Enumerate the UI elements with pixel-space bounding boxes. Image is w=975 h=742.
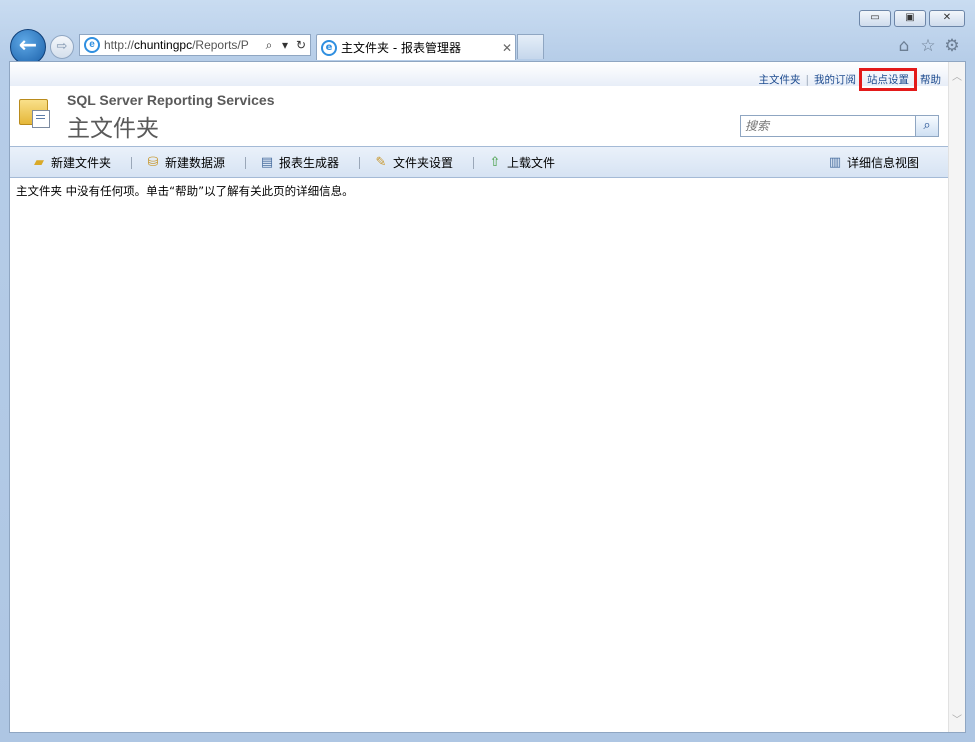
ie-logo-icon: e xyxy=(84,37,100,53)
search-input[interactable] xyxy=(740,115,916,137)
details-view-icon: ▥ xyxy=(828,155,842,170)
ie-logo-icon: e xyxy=(321,39,337,56)
chevron-down-icon[interactable]: ﹀ xyxy=(949,711,965,726)
link-home[interactable]: 主文件夹 xyxy=(758,72,800,87)
link-help[interactable]: 帮助 xyxy=(920,72,941,87)
edit-icon: ✎ xyxy=(375,155,387,170)
tab-title: 主文件夹 - 报表管理器 xyxy=(341,41,461,55)
close-icon[interactable]: ✕ xyxy=(929,10,965,27)
refresh-icon[interactable]: ↻ xyxy=(294,38,308,52)
empty-folder-message: 主文件夹 中没有任何项。单击“帮助”以了解有关此页的详细信息。 xyxy=(16,184,354,198)
new-datasource-button[interactable]: ⛁ 新建数据源 xyxy=(144,154,225,171)
search-icon[interactable]: ⌕ xyxy=(262,38,276,53)
gear-icon[interactable]: ⚙ xyxy=(943,36,961,56)
close-icon[interactable]: ✕ xyxy=(499,41,515,55)
chevron-up-icon[interactable]: ︿ xyxy=(949,68,965,83)
address-url[interactable]: http://chuntingpc/Reports/P xyxy=(104,38,262,52)
report-builder-button[interactable]: ▤ 报表生成器 xyxy=(258,154,339,171)
details-view-button[interactable]: ▥ 详细信息视图 xyxy=(826,154,919,171)
search-icon[interactable]: ⌕ xyxy=(915,115,939,137)
maximize-icon[interactable]: ▣ xyxy=(894,10,926,27)
new-tab-button[interactable] xyxy=(517,34,544,59)
address-bar[interactable]: e http://chuntingpc/Reports/P ⌕ ▾ ↻ xyxy=(79,34,311,56)
tab-report-manager[interactable]: e 主文件夹 - 报表管理器 ✕ xyxy=(316,34,516,60)
page-viewport: 主文件夹 | 我的订阅 站点设置 帮助 SQL Server Reporting… xyxy=(9,61,966,733)
window-controls: ▭ ▣ ✕ xyxy=(859,10,965,27)
global-links-bar: 主文件夹 | 我的订阅 站点设置 帮助 xyxy=(10,62,949,91)
vertical-scrollbar[interactable]: ︿ ﹀ xyxy=(948,62,965,732)
folder-icon xyxy=(19,96,51,128)
browser-tools: ⌂ ☆ ⚙ xyxy=(895,36,961,56)
page-header: SQL Server Reporting Services 主文件夹 ⌕ xyxy=(10,86,949,146)
back-arrow-icon[interactable]: ← xyxy=(10,29,46,65)
folder-icon: ▰ xyxy=(34,155,44,170)
minimize-icon[interactable]: ▭ xyxy=(859,10,891,27)
link-site-settings[interactable]: 站点设置 xyxy=(867,74,909,86)
folder-settings-button[interactable]: ✎ 文件夹设置 xyxy=(372,154,453,171)
page-title: 主文件夹 xyxy=(67,116,159,142)
new-folder-button[interactable]: ▰ 新建文件夹 xyxy=(30,154,111,171)
dropdown-icon[interactable]: ▾ xyxy=(278,38,292,52)
product-name: SQL Server Reporting Services xyxy=(67,92,275,108)
star-icon[interactable]: ☆ xyxy=(919,36,937,56)
upload-arrow-icon: ⇧ xyxy=(489,155,501,170)
report-builder-icon: ▤ xyxy=(260,155,274,170)
forward-arrow-icon[interactable]: ⇨ xyxy=(50,35,74,59)
upload-file-button[interactable]: ⇧ 上载文件 xyxy=(486,154,555,171)
home-icon[interactable]: ⌂ xyxy=(895,36,913,56)
datasource-icon: ⛁ xyxy=(147,155,159,170)
toolbar: ▰ 新建文件夹 ⛁ 新建数据源 ▤ 报表生成器 ✎ 文件夹设置 ⇧ 上载文件 ▥… xyxy=(10,146,949,178)
browser-window: ▭ ▣ ✕ ← ⇨ e http://chuntingpc/Reports/P … xyxy=(0,0,975,742)
link-my-subscriptions[interactable]: 我的订阅 xyxy=(814,72,856,87)
